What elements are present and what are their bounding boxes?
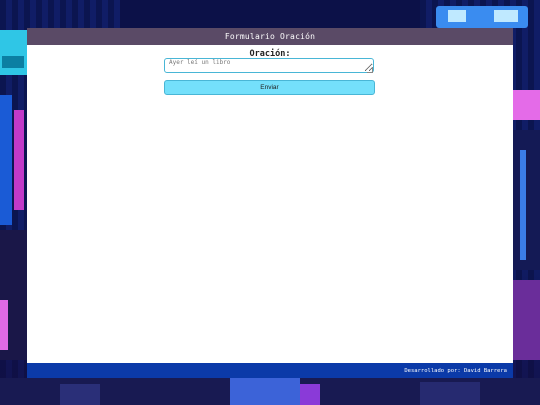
bg-neon-block bbox=[0, 300, 8, 350]
bg-neon-block bbox=[0, 95, 12, 225]
bg-neon-block bbox=[120, 0, 420, 28]
bg-neon-block bbox=[513, 90, 540, 120]
footer-credit: Desarrollado por: David Barrera bbox=[404, 367, 507, 374]
bg-neon-block bbox=[520, 150, 526, 260]
bg-neon-block bbox=[0, 30, 27, 75]
bg-neon-block bbox=[420, 382, 480, 405]
bg-neon-block bbox=[513, 280, 540, 360]
bg-neon-block bbox=[14, 110, 24, 210]
bg-neon-block bbox=[494, 10, 518, 22]
bg-neon-block bbox=[230, 378, 300, 405]
main-panel: Formulario Oración Oración: Enviar bbox=[27, 28, 513, 378]
bg-neon-block bbox=[448, 10, 466, 22]
bg-neon-block bbox=[60, 384, 100, 405]
page-header: Formulario Oración bbox=[27, 28, 513, 45]
page-footer: Desarrollado por: David Barrera bbox=[27, 363, 513, 378]
bg-neon-block bbox=[513, 130, 540, 270]
bg-neon-block bbox=[2, 56, 24, 68]
submit-button[interactable]: Enviar bbox=[164, 80, 375, 95]
bg-neon-block bbox=[300, 384, 320, 405]
sentence-input[interactable] bbox=[164, 58, 374, 73]
resize-handle-icon[interactable] bbox=[367, 67, 373, 73]
page-title: Formulario Oración bbox=[224, 32, 316, 41]
